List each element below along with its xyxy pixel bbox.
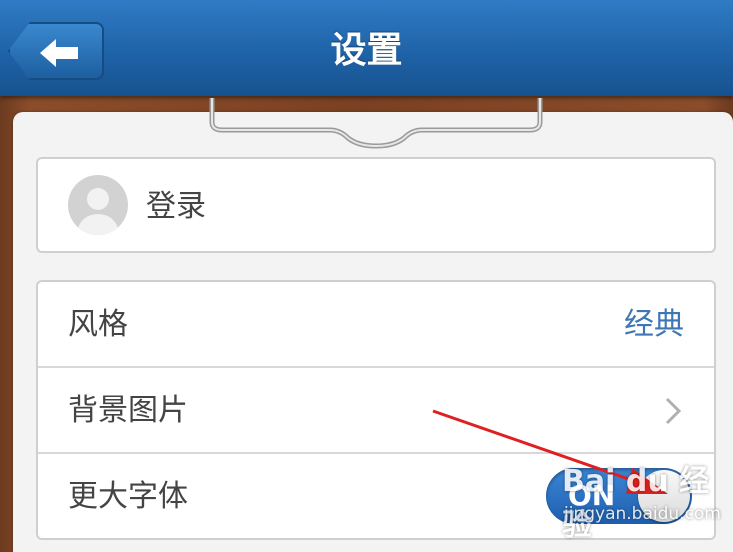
user-avatar-icon: [68, 175, 128, 235]
watermark-logo: Bai du 经验: [562, 464, 710, 543]
style-value: 经典: [624, 307, 684, 342]
watermark-url: jingyan.baidu.com: [564, 504, 721, 524]
header-bar: 设置: [0, 0, 733, 96]
login-section[interactable]: 登录: [36, 157, 716, 253]
large-font-label: 更大字体: [68, 479, 188, 514]
baidu-jingyan-watermark: Bai du 经验 jingyan.baidu.com: [552, 456, 721, 543]
clipboard-clip-decoration: [209, 98, 543, 149]
background-label: 背景图片: [68, 393, 188, 428]
chevron-right-icon: [665, 397, 682, 425]
login-label: 登录: [146, 189, 206, 224]
page-title: 设置: [330, 30, 403, 71]
setting-row-style[interactable]: 风格 经典: [38, 282, 714, 368]
setting-row-background[interactable]: 背景图片: [38, 368, 714, 454]
style-label: 风格: [68, 307, 128, 342]
